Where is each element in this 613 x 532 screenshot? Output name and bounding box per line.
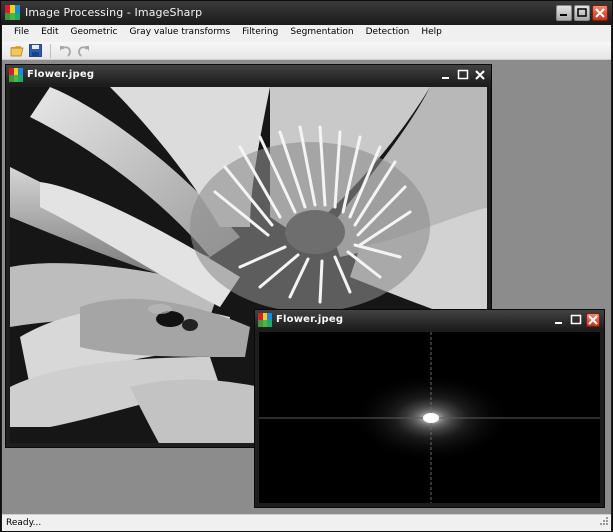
title-bar[interactable]: Image Processing - ImageSharp — [1, 1, 612, 25]
close-button[interactable] — [592, 5, 608, 21]
image-window-title-bar[interactable]: Flower.jpeg — [6, 65, 491, 85]
status-bar: Ready... — [2, 514, 611, 531]
maximize-icon — [577, 8, 587, 17]
minimize-icon — [555, 322, 562, 324]
menu-bar: File Edit Geometric Gray value transform… — [2, 25, 611, 42]
menu-geometric[interactable]: Geometric — [65, 25, 124, 42]
image-maximize-button[interactable] — [456, 68, 470, 82]
close-icon — [595, 8, 605, 18]
maximize-icon — [457, 69, 469, 80]
fourier-spectrum — [259, 332, 600, 503]
maximize-button[interactable] — [574, 5, 590, 21]
menu-detection[interactable]: Detection — [360, 25, 416, 42]
window-title: Image Processing - ImageSharp — [25, 6, 203, 19]
floppy-disk-icon — [29, 44, 42, 57]
status-text: Ready... — [6, 518, 42, 528]
image-icon — [9, 68, 23, 85]
menu-file[interactable]: File — [8, 25, 35, 42]
main-window: Image Processing - ImageSharp File Edit … — [0, 0, 613, 532]
undo-icon — [60, 46, 71, 57]
image-window-title: Flower.jpeg — [27, 69, 95, 80]
minimize-button[interactable] — [556, 5, 572, 21]
close-icon — [588, 315, 598, 325]
spectrum-window: Flower.jpeg — [254, 309, 605, 508]
spectrum-close-button[interactable] — [586, 313, 600, 327]
menu-filtering[interactable]: Filtering — [236, 25, 284, 42]
minimize-icon — [442, 77, 449, 79]
image-close-button[interactable] — [473, 68, 487, 82]
spectrum-window-title-bar[interactable]: Flower.jpeg — [255, 310, 604, 330]
menu-gray-value-transforms[interactable]: Gray value transforms — [124, 25, 237, 42]
undo-button[interactable] — [58, 43, 73, 58]
redo-button[interactable] — [76, 43, 91, 58]
resize-grip-icon[interactable] — [599, 516, 609, 529]
spectrum-window-title: Flower.jpeg — [276, 314, 344, 325]
spectrum-minimize-button[interactable] — [552, 313, 566, 327]
menu-segmentation[interactable]: Segmentation — [284, 25, 359, 42]
toolbar-separator — [50, 43, 51, 58]
image-minimize-button[interactable] — [439, 68, 453, 82]
toolbar — [2, 42, 611, 60]
open-button[interactable] — [10, 43, 25, 58]
maximize-icon — [570, 314, 582, 325]
redo-icon — [78, 46, 89, 57]
app-icon — [5, 5, 20, 23]
save-button[interactable] — [28, 43, 43, 58]
menu-help[interactable]: Help — [415, 25, 448, 42]
minimize-icon — [560, 14, 567, 16]
menu-edit[interactable]: Edit — [35, 25, 64, 42]
spectrum-maximize-button[interactable] — [569, 313, 583, 327]
mdi-workspace: Flower.jpeg Flower.jpeg — [2, 60, 611, 514]
close-icon — [475, 70, 485, 80]
spectrum-image — [259, 332, 600, 503]
image-icon — [258, 313, 272, 330]
folder-open-icon — [10, 46, 24, 57]
